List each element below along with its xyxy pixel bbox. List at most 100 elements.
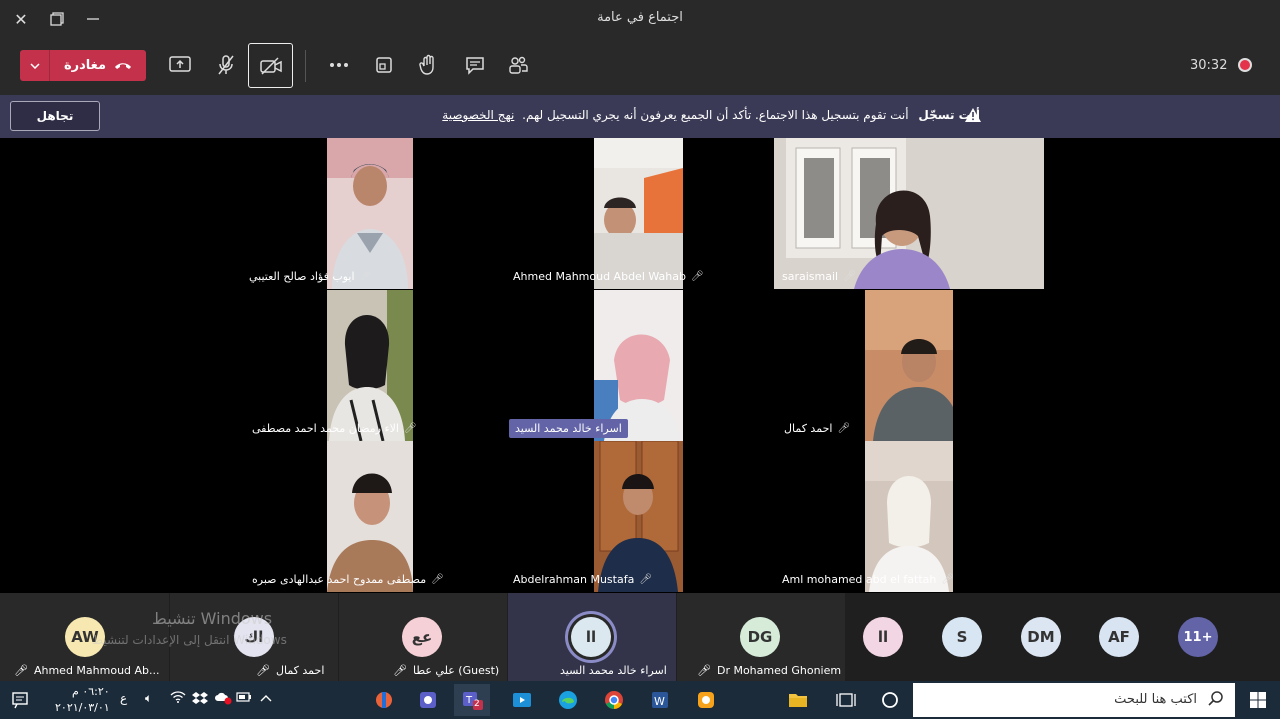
teams-meeting-window: ✕ اجتماع في عامة مغادرة 30:32 تجاهل أنت … — [0, 0, 1280, 719]
video-tile[interactable] — [594, 441, 683, 592]
onedrive-error-icon[interactable] — [214, 691, 232, 708]
language-indicator[interactable]: ع — [120, 691, 127, 705]
video-name: saraismail — [782, 270, 839, 283]
warning-icon — [965, 108, 981, 122]
recording-message: أنت تسجّل أنت تقوم بتسجيل هذا الاجتماع. … — [442, 108, 980, 122]
mic-off-icon: 🎤︎ — [403, 423, 417, 434]
video-name: الاء رمضان محمد احمد مصطفى — [252, 422, 399, 435]
participant-name-text: اسراء خالد محمد السيد — [560, 664, 667, 677]
cortana-icon[interactable] — [872, 684, 908, 716]
mic-off-icon[interactable] — [208, 46, 244, 84]
overflow-avatar[interactable]: DM — [1021, 617, 1061, 657]
participant-tile[interactable]: عع 🎤︎ علي عطا (Guest) — [339, 593, 507, 681]
video-tile[interactable] — [327, 290, 413, 441]
participant-name: 🎤︎ Dr Mohamed Ghoniem — [697, 664, 841, 677]
avatar: اا — [571, 617, 611, 657]
teams-badge: 2 — [474, 699, 480, 709]
chat-icon[interactable] — [457, 46, 493, 84]
video-name: ايوب فؤاد صالح العتيبي — [249, 270, 355, 283]
recording-text: أنت تقوم بتسجيل هذا الاجتماع. تأكد أن ال… — [522, 108, 909, 122]
toolbar-divider — [305, 50, 306, 82]
video-label: الاء رمضان محمد احمد مصطفى 🎤︎ — [252, 422, 417, 435]
word-icon[interactable]: W — [642, 684, 678, 716]
hang-up-icon — [115, 62, 132, 69]
taskbar-clock[interactable]: ٠٦:٢٠ م ٢٠٢١/٠٣/٠١ — [55, 684, 110, 716]
mic-off-icon: 🎤︎ — [697, 664, 711, 677]
activation-watermark: تنشيط Windows — [152, 609, 273, 628]
video-label: احمد كمال 🎤︎ — [784, 422, 850, 435]
video-tile[interactable] — [865, 441, 953, 592]
task-view-icon[interactable] — [828, 684, 864, 716]
overflow-avatar[interactable]: S — [942, 617, 982, 657]
raise-hand-icon[interactable] — [410, 46, 446, 84]
file-explorer-icon[interactable] — [780, 684, 816, 716]
mic-off-icon: 🎤︎ — [393, 664, 407, 677]
search-placeholder: اكتب هنا للبحث — [1114, 692, 1197, 707]
participant-name-text: احمد كمال — [275, 664, 325, 677]
overflow-avatar[interactable]: اا — [863, 617, 903, 657]
layout-icon[interactable] — [366, 46, 402, 84]
mic-off-icon: 🎤︎ — [690, 271, 704, 282]
search-icon — [1208, 691, 1223, 706]
pinned-app-icon[interactable] — [410, 684, 446, 716]
activation-watermark-subtitle: انتقل إلى الإعدادات لتنشيط Windows — [92, 633, 287, 647]
privacy-policy-link[interactable]: نهج الخصوصية — [442, 108, 514, 122]
participant-name-text: Dr Mohamed Ghoniem — [716, 664, 842, 677]
participant-name: 🎤︎ احمد كمال — [256, 664, 324, 677]
video-tile[interactable] — [327, 138, 413, 289]
avatar: DG — [740, 617, 780, 657]
participant-name-text: Ahmed Mahmoud Ab... — [33, 664, 160, 677]
teams-taskbar-icon[interactable]: T 2 — [454, 684, 490, 716]
video-label: ايوب فؤاد صالح العتيبي 🎤︎ — [249, 270, 372, 283]
mic-off-icon: 🎤︎ — [431, 574, 444, 585]
edge-icon[interactable] — [550, 684, 586, 716]
battery-icon[interactable] — [236, 691, 252, 706]
mic-off-icon: 🎤︎ — [256, 664, 270, 677]
video-tile[interactable] — [327, 441, 413, 592]
video-label: مصطفى ممدوح احمد عبدالهادى صبره 🎤︎ — [252, 573, 444, 586]
avatar: عع — [402, 617, 442, 657]
window-title: اجتماع في عامة — [597, 10, 683, 25]
video-tile[interactable] — [865, 290, 953, 441]
svg-text:W: W — [654, 695, 665, 708]
dropbox-icon[interactable] — [192, 691, 208, 708]
mic-off-icon: 🎤︎ — [843, 271, 856, 282]
pinned-app-icon[interactable] — [366, 684, 402, 716]
meeting-timer: 30:32 — [1190, 58, 1228, 73]
video-label: saraismail 🎤︎ — [782, 270, 856, 283]
participants-icon[interactable] — [500, 46, 536, 84]
participant-name: 🎤︎ Ahmed Mahmoud Ab... — [14, 664, 160, 677]
participant-name-text: علي عطا (Guest) — [412, 664, 500, 677]
chrome-icon[interactable] — [596, 684, 632, 716]
media-player-icon[interactable] — [504, 684, 540, 716]
active-speaker-label: اسراء خالد محمد السيد — [509, 419, 628, 438]
chevron-up-icon[interactable] — [260, 691, 272, 705]
chevron-down-icon[interactable] — [20, 50, 50, 81]
more-participants-badge[interactable]: 11+ — [1178, 617, 1218, 657]
video-label: Aml mohamed abd el fattah 🎤︎ — [782, 573, 954, 586]
video-label: Abdelrahman Mustafa 🎤︎ — [513, 573, 652, 586]
camera-off-icon[interactable] — [248, 43, 293, 88]
pinned-app-icon[interactable] — [688, 684, 724, 716]
video-tile[interactable] — [594, 138, 683, 289]
dismiss-button[interactable]: تجاهل — [10, 101, 100, 131]
video-tile[interactable] — [774, 138, 1044, 289]
video-name: Ahmed Mahmoud Abdel Wahab — [513, 270, 686, 283]
taskbar-search-input[interactable]: اكتب هنا للبحث — [913, 683, 1235, 717]
video-name: احمد كمال — [784, 422, 833, 435]
wifi-icon[interactable] — [170, 691, 186, 706]
more-options-icon[interactable] — [321, 46, 357, 84]
mic-off-icon: 🎤︎ — [359, 271, 373, 282]
volume-icon[interactable]: 🔈︎ — [145, 691, 152, 706]
notification-icon[interactable] — [2, 684, 38, 716]
participant-name: اسراء خالد محمد السيد — [560, 664, 667, 677]
leave-button[interactable]: مغادرة — [20, 50, 146, 81]
video-name: مصطفى ممدوح احمد عبدالهادى صبره — [252, 573, 427, 586]
overflow-avatar[interactable]: AF — [1099, 617, 1139, 657]
participant-tile[interactable]: اا اسراء خالد محمد السيد — [508, 593, 676, 681]
svg-text:T: T — [465, 695, 473, 706]
start-windows-icon[interactable] — [1240, 684, 1276, 716]
share-screen-icon[interactable] — [162, 46, 198, 84]
mic-off-icon: 🎤︎ — [941, 574, 955, 585]
participant-tile[interactable]: DG 🎤︎ Dr Mohamed Ghoniem — [677, 593, 845, 681]
